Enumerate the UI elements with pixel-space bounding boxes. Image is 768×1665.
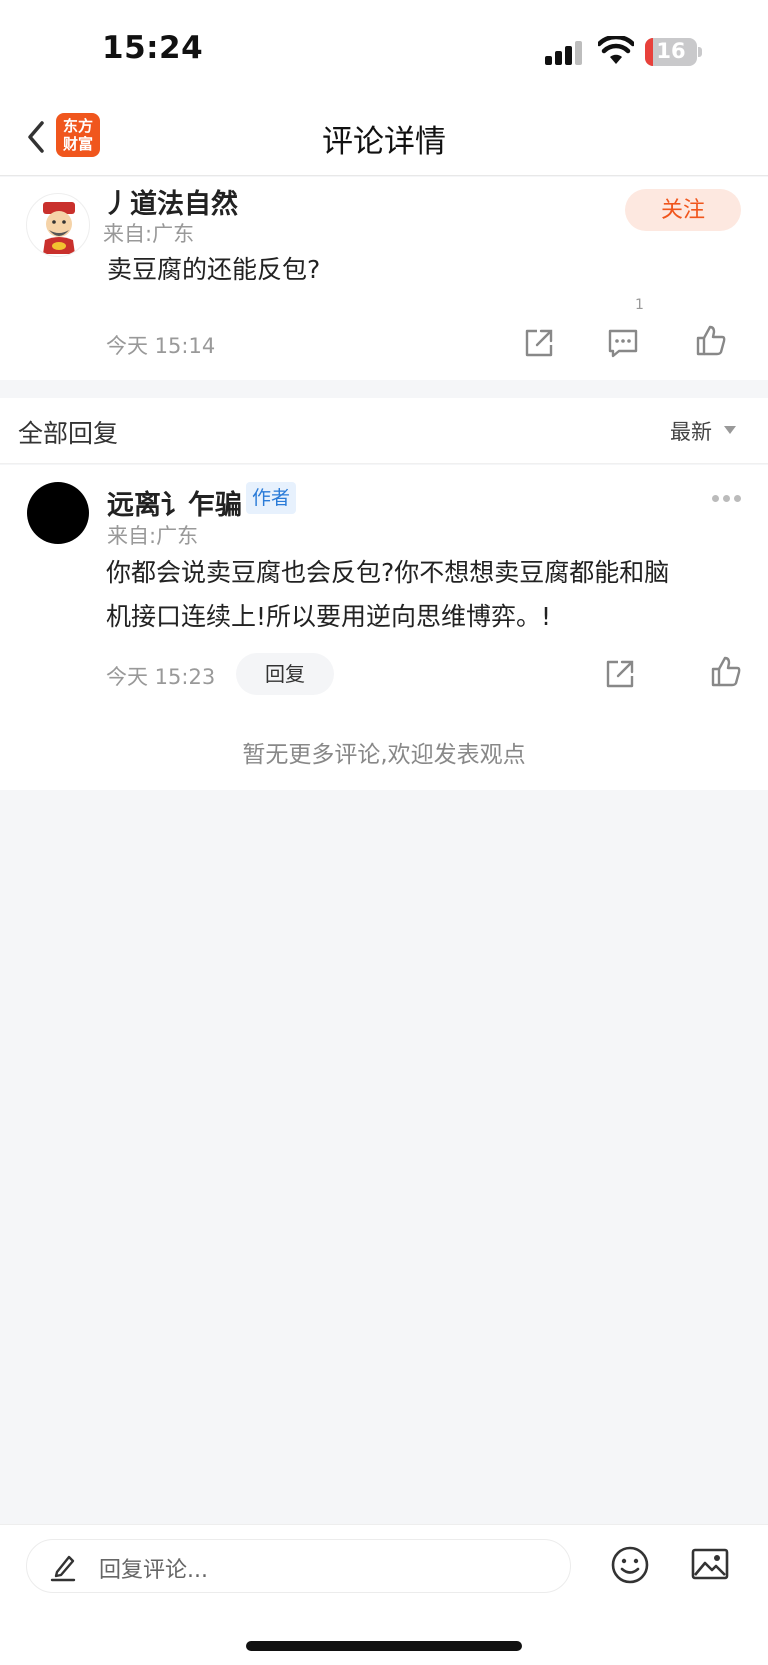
like-icon[interactable]	[693, 323, 729, 359]
reply-input-placeholder: 回复评论...	[99, 1558, 208, 1583]
comment-timestamp: 今天 15:14	[106, 334, 216, 358]
share-icon[interactable]	[602, 656, 638, 692]
no-more-comments-note: 暂无更多评论,欢迎发表观点	[242, 742, 526, 768]
reply-username[interactable]: 远离讠乍骗	[107, 483, 242, 522]
page-title: 评论详情	[322, 124, 446, 160]
battery-icon: 16	[645, 38, 697, 66]
main-comment: 丿道法自然 来自:广东 关注 卖豆腐的还能反包? 今天 15:14 1	[0, 177, 768, 380]
comment-icon[interactable]	[605, 325, 641, 361]
follow-button[interactable]: 关注	[625, 189, 741, 231]
comment-location: 来自:广东	[103, 222, 195, 246]
replies-title: 全部回复	[18, 419, 119, 448]
author-badge: 作者	[246, 482, 297, 514]
image-icon[interactable]	[691, 1547, 729, 1581]
nav-bar: 东方 财富 评论详情	[0, 100, 768, 176]
status-time: 15:24	[102, 30, 204, 66]
dropdown-arrow-icon[interactable]	[724, 426, 736, 434]
battery-level: 16	[656, 39, 686, 63]
reply-button[interactable]: 回复	[236, 653, 334, 695]
status-bar: 15:24 16	[0, 0, 768, 100]
avatar[interactable]	[26, 193, 90, 257]
emoji-icon[interactable]	[610, 1545, 650, 1585]
comment-content: 卖豆腐的还能反包?	[107, 255, 321, 284]
fortune-god-avatar-icon	[43, 202, 75, 254]
more-options-icon[interactable]	[712, 495, 742, 505]
avatar[interactable]	[27, 482, 89, 544]
replies-header: 全部回复 最新	[0, 398, 768, 464]
cellular-signal-icon	[545, 41, 585, 65]
pencil-icon	[50, 1555, 76, 1582]
sort-dropdown[interactable]: 最新	[670, 416, 712, 446]
wifi-icon	[598, 36, 634, 64]
reply-timestamp: 今天 15:23	[106, 665, 216, 689]
like-icon[interactable]	[708, 654, 744, 690]
reply-location: 来自:广东	[107, 524, 199, 548]
home-indicator[interactable]	[246, 1641, 522, 1651]
comment-username[interactable]: 丿道法自然	[103, 182, 238, 221]
reply-item: 远离讠乍骗 作者 来自:广东 你都会说卖豆腐也会反包?你不想想卖豆腐都能和脑 机…	[0, 465, 768, 790]
reply-content-line1: 你都会说卖豆腐也会反包?你不想想卖豆腐都能和脑	[106, 558, 670, 587]
reply-content-line2: 机接口连续上!所以要用逆向思维博弈。!	[106, 602, 552, 631]
share-icon[interactable]	[521, 325, 557, 361]
reply-input[interactable]: 回复评论...	[26, 1539, 571, 1593]
reply-count-badge: 1	[635, 297, 644, 313]
